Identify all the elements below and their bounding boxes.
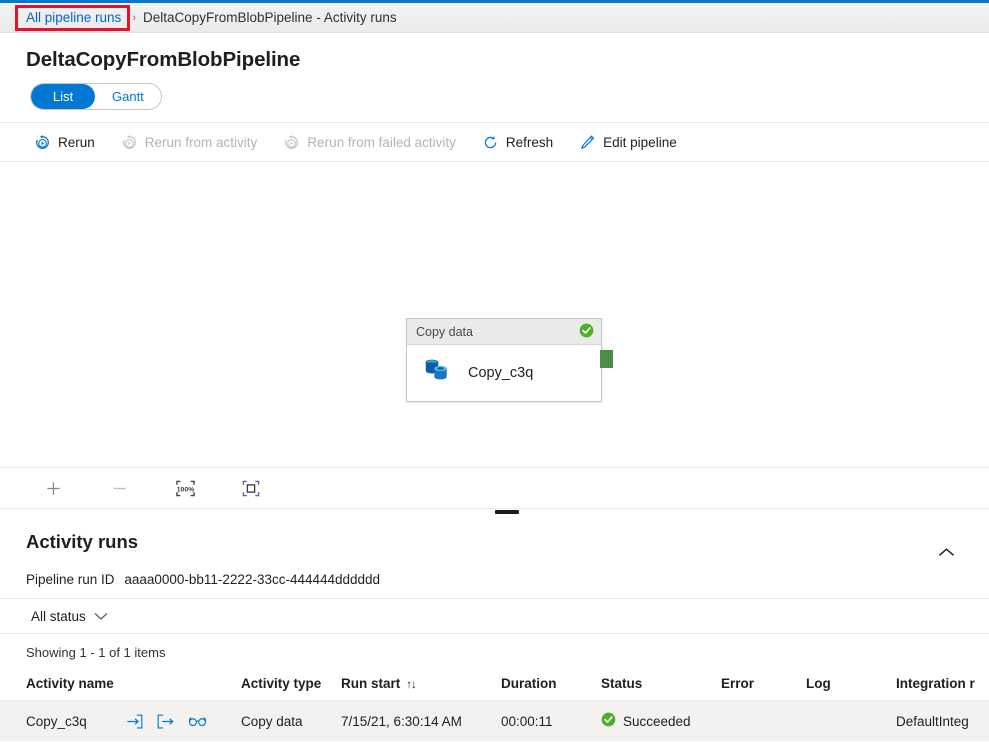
splitter-grip[interactable] bbox=[495, 510, 519, 514]
input-icon[interactable] bbox=[126, 714, 143, 729]
activity-name-text: Copy_c3q bbox=[26, 713, 87, 729]
column-header-activity-type[interactable]: Activity type bbox=[241, 670, 341, 701]
zoom-out-button[interactable] bbox=[108, 477, 130, 499]
column-header-integration-runtime[interactable]: Integration r bbox=[896, 670, 989, 701]
column-header-activity-name[interactable]: Activity name bbox=[0, 670, 241, 701]
copy-data-icon bbox=[422, 357, 452, 390]
column-header-duration[interactable]: Duration bbox=[501, 670, 601, 701]
pipeline-run-id-value: aaaa0000-bb11-2222-33cc-444444dddddd bbox=[124, 572, 381, 587]
cell-activity-name: Copy_c3q bbox=[0, 701, 241, 742]
rerun-from-failed-activity-icon bbox=[283, 134, 300, 151]
rerun-from-activity-button: Rerun from activity bbox=[121, 123, 258, 161]
status-filter-label: All status bbox=[31, 608, 86, 624]
activity-runs-title: Activity runs bbox=[26, 531, 139, 552]
rerun-label: Rerun bbox=[58, 134, 95, 150]
column-header-error[interactable]: Error bbox=[721, 670, 806, 701]
rerun-from-failed-activity-button: Rerun from failed activity bbox=[283, 123, 456, 161]
column-header-status[interactable]: Status bbox=[601, 670, 721, 701]
canvas-zoom-controls: 100% bbox=[0, 467, 989, 508]
activity-node-name: Copy_c3q bbox=[468, 365, 534, 381]
success-check-icon bbox=[579, 323, 594, 341]
collapse-panel-button[interactable] bbox=[938, 531, 967, 563]
refresh-label: Refresh bbox=[505, 134, 554, 150]
status-filter-dropdown[interactable]: All status bbox=[31, 609, 108, 624]
cell-activity-type: Copy data bbox=[241, 713, 303, 729]
zoom-reset-100-button[interactable]: 100% bbox=[174, 477, 196, 499]
view-toggle-gantt[interactable]: Gantt bbox=[95, 84, 161, 109]
panel-splitter[interactable] bbox=[0, 508, 989, 519]
rerun-button[interactable]: Rerun bbox=[34, 123, 95, 161]
output-icon[interactable] bbox=[157, 714, 174, 729]
cell-integration-runtime: DefaultInteg bbox=[896, 713, 969, 729]
activity-runs-header: Activity runs bbox=[0, 519, 989, 563]
breadcrumb-all-pipeline-runs[interactable]: All pipeline runs bbox=[22, 8, 125, 27]
view-toggle-list[interactable]: List bbox=[31, 84, 95, 109]
chevron-up-icon bbox=[938, 548, 955, 556]
activity-runs-page: All pipeline runs › DeltaCopyFromBlobPip… bbox=[0, 0, 989, 742]
activity-node-copy-data[interactable]: Copy data Copy_c3q bbox=[406, 318, 602, 402]
table-row[interactable]: Copy_c3q Copy data 7/15/21, 6:30:14 AM 0… bbox=[0, 700, 989, 742]
column-header-run-start[interactable]: Run start ↑↓ bbox=[341, 670, 501, 701]
cell-error bbox=[721, 701, 806, 742]
activity-runs-panel: Activity runs Pipeline run ID aaaa0000-b… bbox=[0, 519, 989, 741]
breadcrumb-separator-icon: › bbox=[132, 11, 136, 24]
table-header-row: Activity name Activity type Run start ↑↓ … bbox=[0, 670, 989, 701]
cell-status: Succeeded bbox=[601, 701, 721, 742]
pencil-icon bbox=[579, 134, 596, 151]
chevron-down-icon bbox=[94, 609, 108, 624]
rerun-icon bbox=[34, 134, 51, 151]
fit-to-screen-button[interactable] bbox=[240, 477, 262, 499]
sort-arrows-icon: ↑↓ bbox=[406, 679, 416, 691]
cell-run-start: 7/15/21, 6:30:14 AM bbox=[341, 713, 462, 729]
activity-node-output-port[interactable] bbox=[600, 350, 613, 368]
zoom-in-button[interactable] bbox=[42, 477, 64, 499]
breadcrumb-current: DeltaCopyFromBlobPipeline - Activity run… bbox=[142, 10, 397, 25]
column-header-run-start-label: Run start bbox=[341, 676, 401, 691]
details-glasses-icon[interactable] bbox=[188, 715, 207, 728]
status-filter-row: All status bbox=[0, 598, 989, 634]
cell-log bbox=[806, 701, 896, 742]
cell-duration: 00:00:11 bbox=[501, 713, 553, 729]
activity-runs-table: Activity name Activity type Run start ↑↓ … bbox=[0, 670, 989, 741]
activity-node-body: Copy_c3q bbox=[407, 345, 601, 401]
pipeline-run-id: Pipeline run ID aaaa0000-bb11-2222-33cc-… bbox=[0, 563, 989, 587]
column-header-log[interactable]: Log bbox=[806, 670, 896, 701]
svg-text:100%: 100% bbox=[176, 486, 193, 493]
rerun-from-activity-icon bbox=[121, 134, 138, 151]
edit-pipeline-button[interactable]: Edit pipeline bbox=[579, 123, 677, 161]
status-success-icon bbox=[601, 712, 616, 730]
view-toggle: List Gantt bbox=[0, 72, 989, 110]
pipeline-run-id-label: Pipeline run ID bbox=[26, 572, 115, 587]
activity-node-type-label: Copy data bbox=[416, 324, 473, 339]
activity-node-header: Copy data bbox=[407, 319, 601, 345]
showing-count: Showing 1 - 1 of 1 items bbox=[26, 645, 166, 660]
page-title: DeltaCopyFromBlobPipeline bbox=[26, 48, 301, 71]
status-badge: Succeeded bbox=[623, 713, 691, 729]
edit-pipeline-label: Edit pipeline bbox=[603, 134, 677, 150]
breadcrumb: All pipeline runs › DeltaCopyFromBlobPip… bbox=[0, 3, 989, 33]
refresh-icon bbox=[482, 134, 499, 151]
pipeline-canvas[interactable]: Copy data Copy_c3q bbox=[0, 162, 989, 467]
refresh-button[interactable]: Refresh bbox=[482, 123, 553, 161]
rerun-from-activity-label: Rerun from activity bbox=[144, 134, 258, 150]
command-bar: Rerun Rerun from activity Rerun from fai… bbox=[0, 122, 989, 162]
rerun-from-failed-activity-label: Rerun from failed activity bbox=[307, 134, 456, 150]
